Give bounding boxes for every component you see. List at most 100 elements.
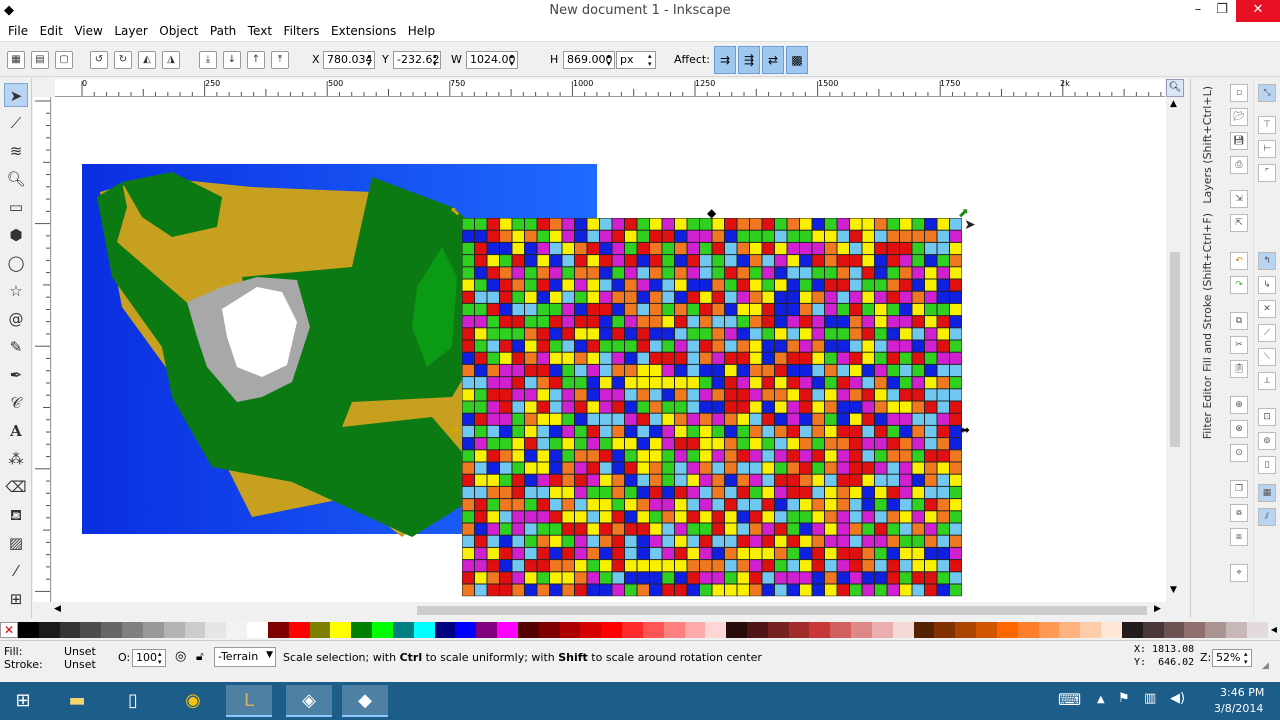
menu-filters[interactable]: Filters xyxy=(280,22,324,38)
x-field[interactable]: 780.034 xyxy=(323,51,375,69)
rotate-ccw-icon[interactable]: ↺ xyxy=(90,51,108,69)
horizontal-scroll-thumb[interactable] xyxy=(417,606,1147,615)
layer-select[interactable]: -Terrain ▼ xyxy=(214,647,276,667)
color-swatch[interactable] xyxy=(538,622,560,638)
scroll-down-icon[interactable]: ▼ xyxy=(1170,585,1177,595)
color-swatch[interactable] xyxy=(1142,622,1164,638)
xml-editor-icon[interactable]: ⌖ xyxy=(1230,564,1248,582)
color-swatch[interactable] xyxy=(1205,622,1227,638)
close-button[interactable]: ✕ xyxy=(1236,0,1280,22)
color-palette[interactable] xyxy=(18,622,1268,638)
color-swatch[interactable] xyxy=(163,622,185,638)
color-swatch[interactable] xyxy=(1121,622,1143,638)
snap-bbox-icon[interactable]: ⊤ xyxy=(1258,116,1276,134)
color-swatch[interactable] xyxy=(184,622,206,638)
print-icon[interactable]: ⎙ xyxy=(1230,156,1248,174)
color-swatch[interactable] xyxy=(1017,622,1039,638)
color-swatch[interactable] xyxy=(226,622,248,638)
color-swatch[interactable] xyxy=(80,622,102,638)
import-icon[interactable]: ⇲ xyxy=(1230,190,1248,208)
unlink-clone-icon[interactable]: ⧈ xyxy=(1230,528,1248,546)
menu-file[interactable]: File xyxy=(4,22,32,38)
volume-icon[interactable]: ◀) xyxy=(1170,691,1185,706)
clock-time[interactable]: 3:46 PM xyxy=(1220,686,1264,699)
resize-grip-icon[interactable]: ◢ xyxy=(1262,661,1269,671)
menu-extensions[interactable]: Extensions xyxy=(327,22,400,38)
snap-guides-icon[interactable]: ⫽ xyxy=(1258,508,1276,526)
scale-handle-right[interactable]: ⬌ xyxy=(960,423,970,437)
color-swatch[interactable] xyxy=(59,622,81,638)
color-swatch[interactable] xyxy=(580,622,602,638)
vertical-scroll-thumb[interactable] xyxy=(1170,252,1180,447)
color-swatch[interactable] xyxy=(122,622,143,638)
color-swatch[interactable] xyxy=(851,622,872,638)
color-swatch[interactable] xyxy=(726,622,747,638)
color-swatch[interactable] xyxy=(1059,622,1081,638)
raise-icon[interactable]: ↑ xyxy=(247,51,265,69)
lower-icon[interactable]: ↓ xyxy=(223,51,241,69)
layer-lock-icon[interactable]: 🔓︎ xyxy=(196,649,204,664)
notepad-icon[interactable]: ▯ xyxy=(110,685,156,717)
color-swatch[interactable] xyxy=(1246,622,1268,638)
calligraphy-tool-icon[interactable]: 𝒞 xyxy=(4,391,28,415)
scale-handle-top[interactable]: ◆ xyxy=(707,206,717,220)
stroke-value[interactable]: Unset xyxy=(64,658,96,671)
deselect-icon[interactable]: ▢ xyxy=(55,51,73,69)
star-tool-icon[interactable]: ☆ xyxy=(4,279,28,303)
rotate-cw-icon[interactable]: ↻ xyxy=(114,51,132,69)
zoom-drawing-icon[interactable]: ⊗ xyxy=(1230,420,1248,438)
color-swatch[interactable] xyxy=(413,622,435,638)
color-swatch[interactable] xyxy=(1080,622,1102,638)
color-swatch[interactable] xyxy=(18,622,39,638)
menu-path[interactable]: Path xyxy=(206,22,240,38)
gradient-tool-icon[interactable]: ▨ xyxy=(4,531,28,555)
color-swatch[interactable] xyxy=(101,622,123,638)
fill-value[interactable]: Unset xyxy=(64,645,96,658)
affect-patterns-icon[interactable]: ▩ xyxy=(786,46,808,74)
snap-centers-icon[interactable]: ⊡ xyxy=(1258,408,1276,426)
redo-icon[interactable]: ↷ xyxy=(1230,276,1248,294)
select-all-layers-icon[interactable]: ▤ xyxy=(31,51,49,69)
opacity-field[interactable]: 100 xyxy=(132,649,166,667)
layer-visibility-icon[interactable]: ◎ xyxy=(175,649,186,664)
color-swatch[interactable] xyxy=(934,622,956,638)
scale-handle-left[interactable]: ⬌ xyxy=(450,423,460,437)
node-tool-icon[interactable]: ⟋ xyxy=(4,111,28,135)
palette-menu-icon[interactable]: ◀ xyxy=(1268,622,1280,638)
color-swatch[interactable] xyxy=(288,622,310,638)
color-swatch[interactable] xyxy=(455,622,477,638)
league-of-legends-icon[interactable]: L xyxy=(226,685,272,717)
tab-filter-editor[interactable]: Filter Editor xyxy=(1201,376,1214,439)
color-swatch[interactable] xyxy=(976,622,997,638)
color-swatch[interactable] xyxy=(830,622,852,638)
cut-icon[interactable]: ✂ xyxy=(1230,336,1248,354)
snap-grids-icon[interactable]: ▦ xyxy=(1258,484,1276,502)
snap-page-border-icon[interactable]: ▯ xyxy=(1258,456,1276,474)
color-swatch[interactable] xyxy=(955,622,977,638)
open-icon[interactable]: 📂︎ xyxy=(1230,108,1248,126)
zoom-field[interactable]: 52% xyxy=(1212,649,1252,667)
unit-select[interactable]: px xyxy=(616,51,656,69)
drawing-canvas[interactable]: ◆ ⬌ ⬉ ⬈ ⬌ ➤ xyxy=(52,97,1166,602)
inkscape-taskbar-icon[interactable]: ◆ xyxy=(342,685,388,717)
color-swatch[interactable] xyxy=(892,622,914,638)
tab-layers[interactable]: Layers (Shift+Ctrl+L) xyxy=(1201,86,1214,204)
color-swatch[interactable] xyxy=(642,622,664,638)
duplicate-icon[interactable]: ❐ xyxy=(1230,480,1248,498)
zoom-tool-icon[interactable]: 🔍︎ xyxy=(4,167,28,191)
flag-icon[interactable]: ⚑ xyxy=(1118,691,1130,706)
scale-handle-top-left[interactable]: ⬉ xyxy=(450,204,460,218)
color-swatch[interactable] xyxy=(247,622,268,638)
snap-enable-icon[interactable]: ⤡ xyxy=(1258,84,1276,102)
color-swatch[interactable] xyxy=(38,622,60,638)
color-swatch[interactable] xyxy=(767,622,789,638)
color-swatch[interactable] xyxy=(871,622,893,638)
color-swatch[interactable] xyxy=(663,622,685,638)
snap-intersections-icon[interactable]: ✕ xyxy=(1258,300,1276,318)
snap-midpoints-icon[interactable]: ⟂ xyxy=(1258,372,1276,390)
keyboard-icon[interactable]: ⌨ xyxy=(1058,690,1081,709)
eraser-tool-icon[interactable]: ⌫ xyxy=(4,475,28,499)
color-swatch[interactable] xyxy=(559,622,581,638)
file-explorer-icon[interactable]: ▬ xyxy=(54,685,100,717)
color-swatch[interactable] xyxy=(1226,622,1247,638)
